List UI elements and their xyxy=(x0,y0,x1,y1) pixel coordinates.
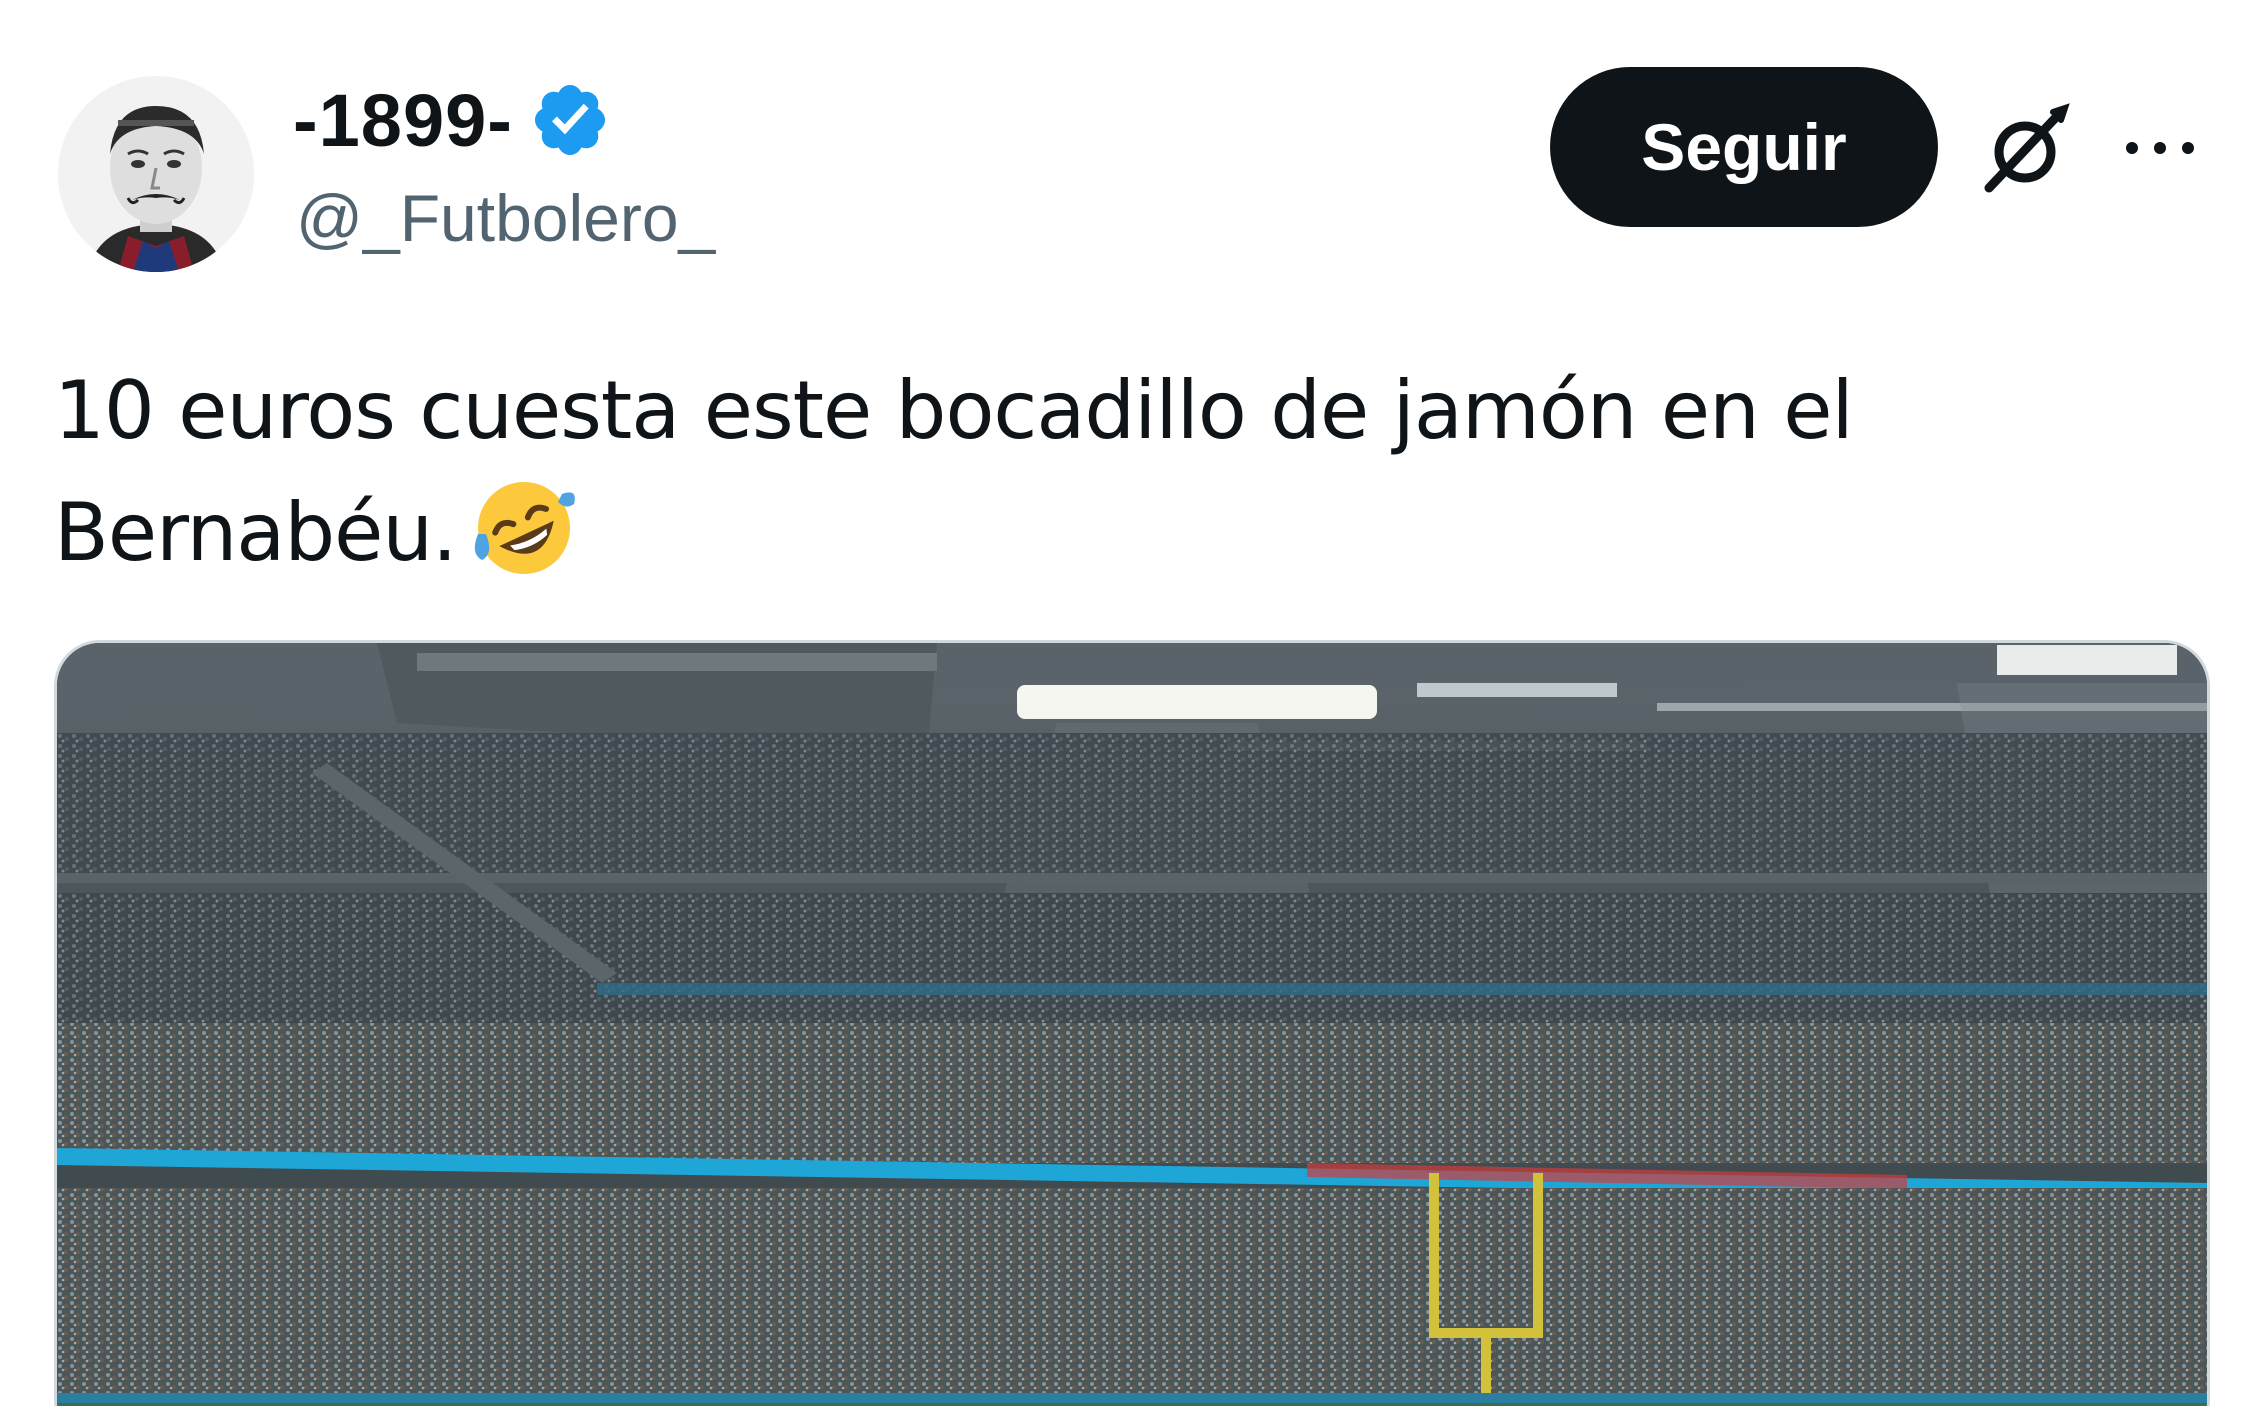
grok-icon[interactable] xyxy=(1975,100,2075,200)
author-name-row[interactable]: -1899- xyxy=(293,72,611,168)
author-display-name[interactable]: -1899- xyxy=(293,78,513,163)
portrait-icon xyxy=(58,76,254,272)
author-handle[interactable]: @_Futbolero_ xyxy=(296,178,715,258)
tweet: -1899- @_Futbolero_ Seguir 10 euros cues… xyxy=(0,0,2252,1406)
verified-badge-icon xyxy=(529,79,611,161)
tweet-text-line-2-content: Bernabéu. xyxy=(54,486,457,579)
author-avatar[interactable] xyxy=(58,76,254,272)
tweet-text-line-1: 10 euros cuesta este bocadillo de jamón … xyxy=(54,364,1854,457)
tweet-text: 10 euros cuesta este bocadillo de jamón … xyxy=(54,350,2154,594)
tweet-media-photo[interactable] xyxy=(54,640,2210,1406)
rolling-laughing-emoji-icon xyxy=(470,474,578,582)
stadium-photo-icon xyxy=(57,643,2207,1406)
follow-button[interactable]: Seguir xyxy=(1550,67,1938,227)
tweet-text-line-2: Bernabéu. xyxy=(54,472,2154,594)
more-options-icon[interactable] xyxy=(2120,128,2200,168)
